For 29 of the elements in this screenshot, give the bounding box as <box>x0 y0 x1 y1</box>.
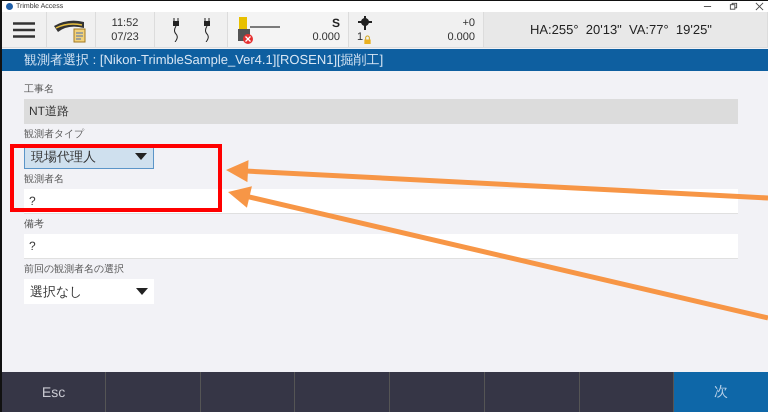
text-field[interactable]: ? <box>24 234 738 259</box>
field-label: 工事名 <box>24 83 55 97</box>
angle-readout: HA:255° 20'13" VA:77° 19'25" <box>530 22 712 37</box>
page-title: 観測者選択 : [Nikon-TrimbleSample_Ver4.1][ROSEN1][掘削工] <box>24 51 384 69</box>
dropdown[interactable]: 選択なし <box>24 279 154 304</box>
restore-icon[interactable] <box>729 2 738 11</box>
app-logo-icon <box>6 3 13 10</box>
target-number: 1 <box>357 30 364 44</box>
close-icon[interactable] <box>755 2 764 11</box>
prism-target-icon[interactable] <box>358 16 372 30</box>
field-label: 観測者タイプ <box>24 128 86 142</box>
time-text: 11:52 <box>112 16 138 30</box>
field-label: 前回の観測者名の選択 <box>24 263 125 277</box>
caret-icon <box>135 153 147 160</box>
plug-icon[interactable] <box>170 18 180 42</box>
field-label: 観測者名 <box>24 173 65 187</box>
date-text: 07/23 <box>111 30 139 44</box>
caret-icon <box>136 288 148 295</box>
lock-icon <box>363 34 372 44</box>
next-button[interactable]: 次 <box>674 372 768 412</box>
mode-text: S <box>332 16 340 30</box>
instrument-disconnected-icon[interactable] <box>236 14 280 44</box>
field-label: 備考 <box>24 218 45 232</box>
target-height-text: 0.000 <box>447 30 475 44</box>
height-offset-text: +0 <box>462 16 475 30</box>
read-only-field: NT道路 <box>24 99 738 124</box>
menu-icon[interactable] <box>13 22 35 38</box>
plug-icon[interactable] <box>202 18 212 42</box>
distance-text: 0.000 <box>312 30 340 44</box>
